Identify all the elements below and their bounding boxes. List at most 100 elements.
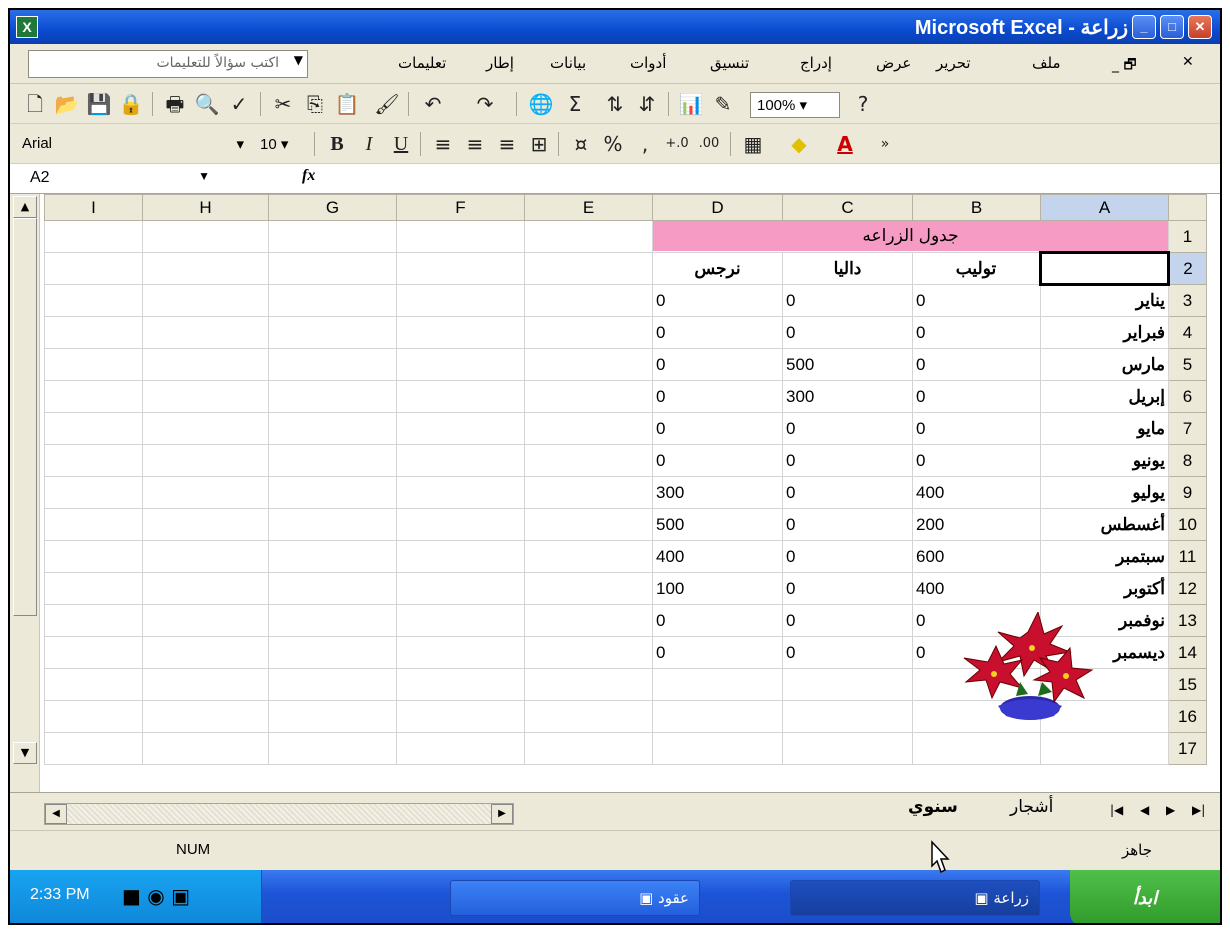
cell[interactable] [524, 636, 653, 669]
cell-tulip[interactable]: 0 [912, 284, 1041, 317]
row-header[interactable]: 7 [1168, 412, 1207, 445]
header-tulip[interactable]: توليب [912, 252, 1041, 285]
italic-icon[interactable]: I [354, 130, 384, 158]
cell[interactable] [652, 732, 783, 765]
cell-narcissus[interactable]: 500 [652, 508, 783, 541]
cell[interactable] [396, 732, 525, 765]
cell[interactable] [524, 476, 653, 509]
cell[interactable] [44, 412, 143, 445]
cell[interactable] [142, 380, 269, 413]
row-header[interactable]: 12 [1168, 572, 1207, 605]
cell[interactable] [524, 252, 653, 285]
cell[interactable] [782, 668, 913, 701]
row-header[interactable]: 2 [1168, 252, 1207, 285]
cell[interactable] [268, 572, 397, 605]
cell[interactable] [524, 220, 653, 253]
font-select[interactable]: Arial ▾ [16, 132, 248, 158]
header-narcissus[interactable]: نرجس [652, 252, 783, 285]
cell[interactable] [396, 252, 525, 285]
cell[interactable] [782, 732, 913, 765]
cell[interactable] [44, 636, 143, 669]
cell[interactable] [396, 572, 525, 605]
scroll-left-icon[interactable]: ◀ [45, 804, 67, 824]
close-button[interactable]: ✕ [1188, 15, 1212, 39]
toolbar-options-icon[interactable]: » [870, 130, 900, 158]
cell[interactable] [142, 284, 269, 317]
cell[interactable] [524, 316, 653, 349]
cell[interactable] [268, 380, 397, 413]
align-center-icon[interactable]: ≡ [460, 130, 490, 158]
cell[interactable] [524, 508, 653, 541]
cell-tulip[interactable]: 0 [912, 316, 1041, 349]
name-box[interactable]: A2 ▼ [18, 166, 216, 192]
menu-file[interactable]: ملف [1032, 54, 1061, 72]
col-header-G[interactable]: G [268, 194, 397, 221]
cell[interactable] [268, 284, 397, 317]
cell-dahlia[interactable]: 300 [782, 380, 913, 413]
cell[interactable] [396, 700, 525, 733]
menu-tools[interactable]: أدوات [630, 54, 666, 72]
row-header[interactable]: 8 [1168, 444, 1207, 477]
scroll-down-icon[interactable]: ▼ [13, 742, 37, 764]
menu-window[interactable]: إطار [486, 54, 514, 72]
print-icon[interactable]: 🖶 [160, 90, 190, 118]
cell-dahlia[interactable]: 0 [782, 316, 913, 349]
chart-wizard-icon[interactable]: 📊 [676, 90, 706, 118]
currency-icon[interactable]: ¤ [566, 130, 596, 158]
cell-dahlia[interactable]: 0 [782, 284, 913, 317]
permission-icon[interactable]: 🔒 [116, 90, 146, 118]
cell[interactable] [44, 380, 143, 413]
cell-narcissus[interactable]: 300 [652, 476, 783, 509]
row-header[interactable]: 13 [1168, 604, 1207, 637]
fill-color-icon[interactable]: ◆ [784, 130, 814, 158]
row-header[interactable]: 10 [1168, 508, 1207, 541]
row-header[interactable]: 9 [1168, 476, 1207, 509]
cell[interactable] [396, 316, 525, 349]
cell[interactable] [268, 476, 397, 509]
cell[interactable] [268, 636, 397, 669]
col-header-F[interactable]: F [396, 194, 525, 221]
hyperlink-icon[interactable]: 🌐 [526, 90, 556, 118]
cell[interactable] [44, 252, 143, 285]
row-header[interactable]: 6 [1168, 380, 1207, 413]
cell[interactable] [268, 668, 397, 701]
cell-narcissus[interactable]: 0 [652, 284, 783, 317]
cell[interactable] [396, 444, 525, 477]
row-header[interactable]: 3 [1168, 284, 1207, 317]
sheet-title-cell[interactable]: جدول الزراعه [652, 220, 1169, 253]
cell[interactable] [524, 444, 653, 477]
increase-decimal-icon[interactable]: +.0 [662, 130, 692, 158]
cell[interactable] [268, 220, 397, 253]
cell[interactable] [142, 668, 269, 701]
selected-cell-A2[interactable] [1039, 251, 1170, 286]
cell[interactable] [142, 348, 269, 381]
last-sheet-icon[interactable]: ▶| [1192, 803, 1205, 817]
cell[interactable] [524, 412, 653, 445]
col-header-A[interactable]: A [1040, 194, 1169, 221]
cell-month[interactable]: مارس [1040, 348, 1169, 381]
redo-icon[interactable]: ↷ [470, 90, 500, 118]
cell-dahlia[interactable]: 0 [782, 444, 913, 477]
cell-narcissus[interactable]: 400 [652, 540, 783, 573]
cell[interactable] [1040, 732, 1169, 765]
cell[interactable] [396, 636, 525, 669]
maximize-button[interactable]: □ [1160, 15, 1184, 39]
cell-narcissus[interactable]: 0 [652, 444, 783, 477]
cell-tulip[interactable]: 0 [912, 444, 1041, 477]
cell-month[interactable]: إبريل [1040, 380, 1169, 413]
cell[interactable] [44, 220, 143, 253]
menu-insert[interactable]: إدراج [800, 54, 832, 72]
cell[interactable] [524, 668, 653, 701]
cell-tulip[interactable]: 400 [912, 476, 1041, 509]
row-header[interactable]: 14 [1168, 636, 1207, 669]
cell-tulip[interactable]: 0 [912, 412, 1041, 445]
poinsettia-clipart[interactable] [958, 612, 1098, 722]
cell[interactable] [396, 540, 525, 573]
cell[interactable] [268, 732, 397, 765]
cell[interactable] [782, 700, 913, 733]
tab-yearly[interactable]: سنوي [908, 797, 958, 817]
cell[interactable] [44, 604, 143, 637]
cell-tulip[interactable]: 600 [912, 540, 1041, 573]
horizontal-scrollbar[interactable]: ◀ ▶ [44, 803, 514, 825]
cell[interactable] [396, 220, 525, 253]
